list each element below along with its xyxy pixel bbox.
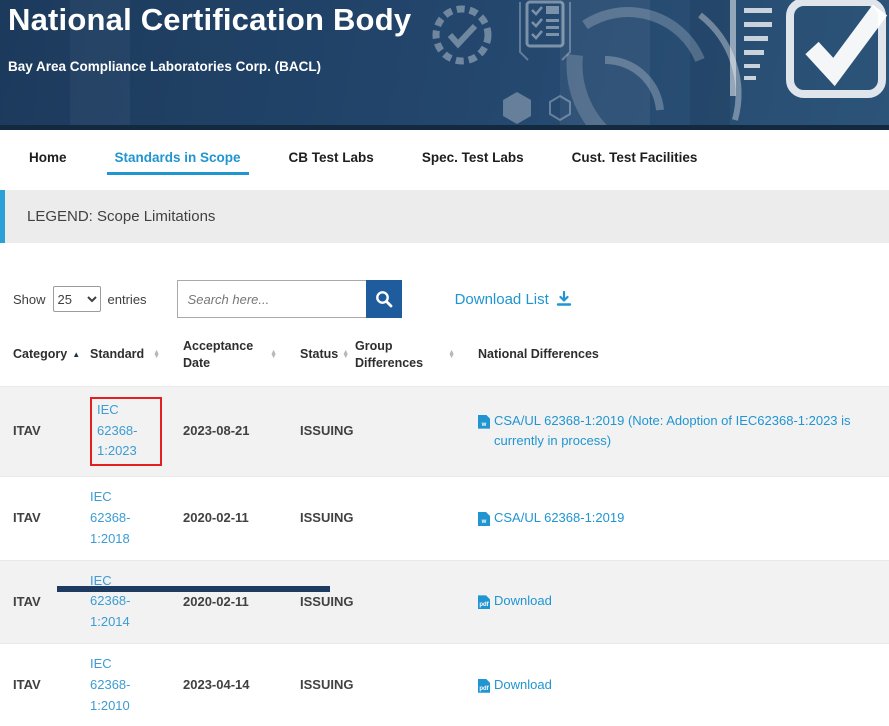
- show-entries-control: Show 25 entries: [13, 286, 147, 312]
- tab-standards-in-scope[interactable]: Standards in Scope: [113, 132, 243, 183]
- category-cell: ITAV: [0, 477, 77, 560]
- standard-link[interactable]: IEC 62368-1:2023: [97, 400, 155, 462]
- entries-label: entries: [108, 292, 147, 307]
- clipboard-check-icon: [730, 0, 882, 96]
- column-header-acceptance-date[interactable]: Acceptance Date ▲▼: [170, 330, 287, 386]
- status-cell: ISSUING: [287, 386, 342, 476]
- column-header-group-differences[interactable]: Group Differences ▲▼: [342, 330, 465, 386]
- standard-link[interactable]: IEC 62368-1:2010: [90, 654, 152, 716]
- search-button[interactable]: [366, 280, 402, 318]
- group-differences-cell: [342, 560, 465, 643]
- standard-cell: IEC 62368-1:2014: [77, 560, 170, 643]
- page-subtitle: Bay Area Compliance Laboratories Corp. (…: [8, 59, 321, 74]
- acceptance-date-cell: 2020-02-11: [170, 560, 287, 643]
- category-cell: ITAV: [0, 560, 77, 643]
- standard-cell: IEC 62368-1:2023: [77, 386, 170, 476]
- sort-icon: ▲▼: [342, 351, 349, 359]
- pdf-file-icon: pdf: [478, 679, 490, 693]
- status-cell: ISSUING: [287, 643, 342, 726]
- standard-link[interactable]: IEC 62368-1:2018: [90, 487, 152, 549]
- download-icon: [556, 291, 572, 307]
- table-controls: Show 25 entries Download List: [0, 280, 889, 318]
- standards-table: Category ▲ Standard ▲▼ Acceptance Date ▲…: [0, 330, 889, 726]
- sort-icon: ▲▼: [270, 351, 277, 359]
- search-box: [177, 280, 402, 318]
- standard-cell: IEC 62368-1:2018: [77, 477, 170, 560]
- acceptance-date-cell: 2023-04-14: [170, 643, 287, 726]
- horizontal-scrollbar-thumb[interactable]: [57, 586, 330, 592]
- column-header-status[interactable]: Status ▲▼: [287, 330, 342, 386]
- show-label: Show: [13, 292, 46, 307]
- status-cell: ISSUING: [287, 560, 342, 643]
- gear-check-icon: [436, 9, 488, 61]
- download-link[interactable]: Download: [494, 675, 552, 696]
- group-differences-cell: [342, 386, 465, 476]
- download-list-link[interactable]: Download List: [455, 291, 572, 308]
- national-differences-cell: w CSA/UL 62368-1:2019: [465, 477, 889, 560]
- list-lines-decoration: [744, 8, 772, 80]
- national-differences-cell: w CSA/UL 62368-1:2019 (Note: Adoption of…: [465, 386, 889, 476]
- standard-link[interactable]: IEC 62368-1:2014: [90, 571, 152, 633]
- doc-file-icon: w: [478, 415, 490, 429]
- table-row: ITAV IEC 62368-1:2010 2023-04-14 ISSUING…: [0, 643, 889, 726]
- table-row: ITAV IEC 62368-1:2014 2020-02-11 ISSUING…: [0, 560, 889, 643]
- table-row: ITAV IEC 62368-1:2018 2020-02-11 ISSUING…: [0, 477, 889, 560]
- entries-select[interactable]: 25: [53, 286, 101, 312]
- tab-cb-test-labs[interactable]: CB Test Labs: [287, 132, 376, 183]
- acceptance-date-cell: 2023-08-21: [170, 386, 287, 476]
- page-banner: National Certification Body Bay Area Com…: [0, 0, 889, 130]
- doc-file-icon: w: [478, 512, 490, 526]
- legend-label: LEGEND: Scope Limitations: [27, 208, 215, 225]
- download-link[interactable]: Download: [494, 591, 552, 612]
- standard-cell: IEC 62368-1:2010: [77, 643, 170, 726]
- legend-bar[interactable]: LEGEND: Scope Limitations: [0, 190, 889, 243]
- column-header-standard[interactable]: Standard ▲▼: [77, 330, 170, 386]
- national-differences-cell: pdf Download: [465, 560, 889, 643]
- table-row: ITAV IEC 62368-1:2023 2023-08-21 ISSUING…: [0, 386, 889, 476]
- pdf-file-icon: pdf: [478, 595, 490, 609]
- tab-home[interactable]: Home: [27, 132, 69, 183]
- group-differences-cell: [342, 477, 465, 560]
- banner-bottom-strip: [0, 125, 889, 130]
- acceptance-date-cell: 2020-02-11: [170, 477, 287, 560]
- search-input[interactable]: [177, 280, 366, 318]
- tab-cust-test-facilities[interactable]: Cust. Test Facilities: [570, 132, 700, 183]
- category-cell: ITAV: [0, 643, 77, 726]
- column-header-category[interactable]: Category ▲: [0, 330, 77, 386]
- search-icon: [375, 290, 393, 308]
- sort-icon: ▲▼: [153, 351, 160, 359]
- table-header-row: Category ▲ Standard ▲▼ Acceptance Date ▲…: [0, 330, 889, 386]
- hexagon-icon: [503, 92, 570, 124]
- main-nav: Home Standards in Scope CB Test Labs Spe…: [0, 130, 889, 185]
- sort-ascending-icon: ▲: [72, 350, 80, 359]
- status-cell: ISSUING: [287, 477, 342, 560]
- national-differences-link[interactable]: CSA/UL 62368-1:2019 (Note: Adoption of I…: [494, 411, 881, 453]
- national-differences-cell: pdf Download: [465, 643, 889, 726]
- group-differences-cell: [342, 643, 465, 726]
- page-title: National Certification Body: [8, 2, 411, 38]
- category-cell: ITAV: [0, 386, 77, 476]
- download-list-label: Download List: [455, 291, 549, 308]
- national-differences-link[interactable]: CSA/UL 62368-1:2019: [494, 508, 624, 529]
- sort-icon: ▲▼: [448, 351, 455, 359]
- tab-spec-test-labs[interactable]: Spec. Test Labs: [420, 132, 526, 183]
- highlight-red-box: IEC 62368-1:2023: [90, 397, 162, 466]
- column-header-national-differences: National Differences: [465, 330, 889, 386]
